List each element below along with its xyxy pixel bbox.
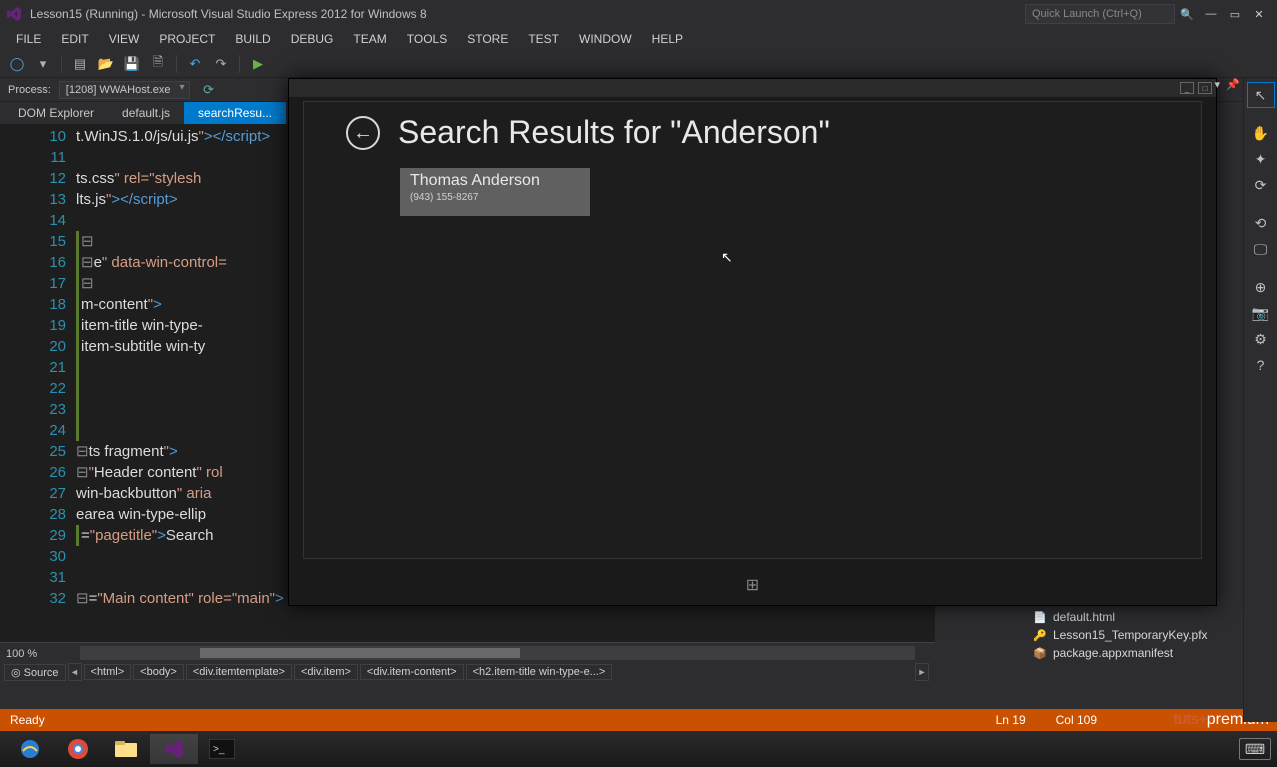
doc-tab[interactable]: searchResu... xyxy=(184,102,286,124)
line-gutter: 1011121314151617181920212223242526272829… xyxy=(0,124,76,682)
menu-view[interactable]: VIEW xyxy=(99,30,150,48)
search-result-card[interactable]: Thomas Anderson (943) 155-8267 xyxy=(400,168,590,216)
solution-item[interactable]: 📦package.appxmanifest xyxy=(1027,644,1237,662)
breadcrumb-bar: ◎ Source ◄ <html><body><div.itemtemplate… xyxy=(0,662,935,682)
status-bar: Ready Ln 19 Col 109 xyxy=(0,709,1277,731)
file-icon: 🔑 xyxy=(1033,628,1047,642)
breadcrumb-item[interactable]: <h2.item-title win-type-e...> xyxy=(466,664,613,680)
breadcrumb-item[interactable]: <div.itemtemplate> xyxy=(186,664,292,680)
menu-debug[interactable]: DEBUG xyxy=(281,30,344,48)
globe-icon[interactable]: ⊕ xyxy=(1247,274,1275,300)
windows-taskbar: >_ ⌨ xyxy=(0,731,1277,767)
editor-hscrollbar[interactable] xyxy=(80,646,915,660)
toolbar: ◯ ▾ ▤ 📂 💾 🗎 ↶ ↷ ▶ xyxy=(0,50,1277,78)
status-line: Ln 19 xyxy=(996,713,1026,727)
taskbar-chrome-icon[interactable] xyxy=(54,734,102,764)
hand-icon[interactable]: ✋ xyxy=(1247,120,1275,146)
redo-button[interactable]: ↷ xyxy=(210,53,232,75)
save-all-button[interactable]: 🗎 xyxy=(147,53,169,75)
menu-edit[interactable]: EDIT xyxy=(51,30,98,48)
refresh-icon[interactable]: ⟳ xyxy=(198,79,220,101)
taskbar-console-icon[interactable]: >_ xyxy=(198,734,246,764)
process-combo[interactable]: [1208] WWAHost.exe xyxy=(59,81,190,99)
breadcrumb-item[interactable]: <html> xyxy=(84,664,132,680)
camera-icon[interactable]: 📷 xyxy=(1247,300,1275,326)
status-state: Ready xyxy=(10,713,45,727)
simulator-window: _ □ ← Search Results for "Anderson" Thom… xyxy=(288,78,1217,606)
zoom-level[interactable]: 100 % xyxy=(6,648,37,660)
taskbar-keyboard-icon[interactable]: ⌨ xyxy=(1239,738,1271,760)
menu-test[interactable]: TEST xyxy=(518,30,569,48)
new-project-button[interactable]: ▤ xyxy=(69,53,91,75)
search-icon[interactable]: 🔍 xyxy=(1175,4,1199,24)
solution-item[interactable]: 🔑Lesson15_TemporaryKey.pfx xyxy=(1027,626,1237,644)
dropdown-icon[interactable]: ▾ xyxy=(1215,78,1221,91)
breadcrumb-item[interactable]: <body> xyxy=(133,664,184,680)
menu-build[interactable]: BUILD xyxy=(225,30,280,48)
maximize-button[interactable]: ▭ xyxy=(1223,4,1247,24)
open-button[interactable]: 📂 xyxy=(95,53,117,75)
taskbar-explorer-icon[interactable] xyxy=(102,734,150,764)
result-name: Thomas Anderson xyxy=(410,172,580,190)
sim-minimize-button[interactable]: _ xyxy=(1180,82,1194,94)
menu-project[interactable]: PROJECT xyxy=(149,30,225,48)
rotate-ccw-icon[interactable]: ⟲ xyxy=(1247,210,1275,236)
file-icon: 📄 xyxy=(1033,610,1047,624)
svg-text:>_: >_ xyxy=(213,744,225,755)
undo-button[interactable]: ↶ xyxy=(184,53,206,75)
file-icon: 📦 xyxy=(1033,646,1047,660)
menu-window[interactable]: WINDOW xyxy=(569,30,642,48)
source-view-toggle[interactable]: ◎ Source xyxy=(4,664,66,681)
menubar: FILEEDITVIEWPROJECTBUILDDEBUGTEAMTOOLSST… xyxy=(0,28,1277,50)
menu-file[interactable]: FILE xyxy=(6,30,51,48)
menu-help[interactable]: HELP xyxy=(642,30,693,48)
close-button[interactable]: ✕ xyxy=(1247,4,1271,24)
save-button[interactable]: 💾 xyxy=(121,53,143,75)
taskbar-ie-icon[interactable] xyxy=(6,734,54,764)
windows-logo-icon[interactable]: ⊞ xyxy=(746,575,759,595)
quick-launch-input[interactable]: Quick Launch (Ctrl+Q) xyxy=(1025,4,1175,24)
menu-team[interactable]: TEAM xyxy=(343,30,396,48)
vs-logo-icon xyxy=(6,6,22,22)
doc-tab[interactable]: DOM Explorer xyxy=(4,102,108,124)
rotate-cw-icon[interactable]: ⟳ xyxy=(1247,172,1275,198)
taskbar-vs-icon[interactable] xyxy=(150,734,198,764)
pin-icon[interactable]: 📌 xyxy=(1226,78,1240,91)
doc-tab[interactable]: default.js xyxy=(108,102,184,124)
result-phone: (943) 155-8267 xyxy=(410,192,580,203)
sim-page-title: Search Results for "Anderson" xyxy=(398,114,830,151)
sim-back-button[interactable]: ← xyxy=(346,116,380,150)
breadcrumb-next[interactable]: ► xyxy=(915,663,929,681)
gear-icon[interactable]: ⚙ xyxy=(1247,326,1275,352)
simulator-toolstrip: ↖ ✋✦⟳ ⟲🖵 ⊕📷⚙? xyxy=(1243,78,1277,722)
titlebar: Lesson15 (Running) - Microsoft Visual St… xyxy=(0,0,1277,28)
nav-back-button[interactable]: ◯ xyxy=(6,53,28,75)
nav-fwd-button[interactable]: ▾ xyxy=(32,53,54,75)
window-title: Lesson15 (Running) - Microsoft Visual St… xyxy=(30,7,427,21)
monitor-icon[interactable]: 🖵 xyxy=(1247,236,1275,262)
status-col: Col 109 xyxy=(1056,713,1097,727)
menu-tools[interactable]: TOOLS xyxy=(397,30,457,48)
process-label: Process: xyxy=(8,84,51,96)
breadcrumb-item[interactable]: <div.item-content> xyxy=(360,664,464,680)
pinch-icon[interactable]: ✦ xyxy=(1247,146,1275,172)
breadcrumb-prev[interactable]: ◄ xyxy=(68,663,82,681)
pointer-icon[interactable]: ↖ xyxy=(1247,82,1275,108)
menu-store[interactable]: STORE xyxy=(457,30,518,48)
sim-maximize-button[interactable]: □ xyxy=(1198,82,1212,94)
sim-screen[interactable]: ← Search Results for "Anderson" Thomas A… xyxy=(303,101,1202,559)
continue-button[interactable]: ▶ xyxy=(247,53,269,75)
solution-item[interactable]: 📄default.html xyxy=(1027,608,1237,626)
help-icon[interactable]: ? xyxy=(1247,352,1275,378)
solution-explorer-fragment: 📄default.html🔑Lesson15_TemporaryKey.pfx📦… xyxy=(1027,608,1237,662)
minimize-button[interactable]: — xyxy=(1199,4,1223,24)
breadcrumb-item[interactable]: <div.item> xyxy=(294,664,358,680)
